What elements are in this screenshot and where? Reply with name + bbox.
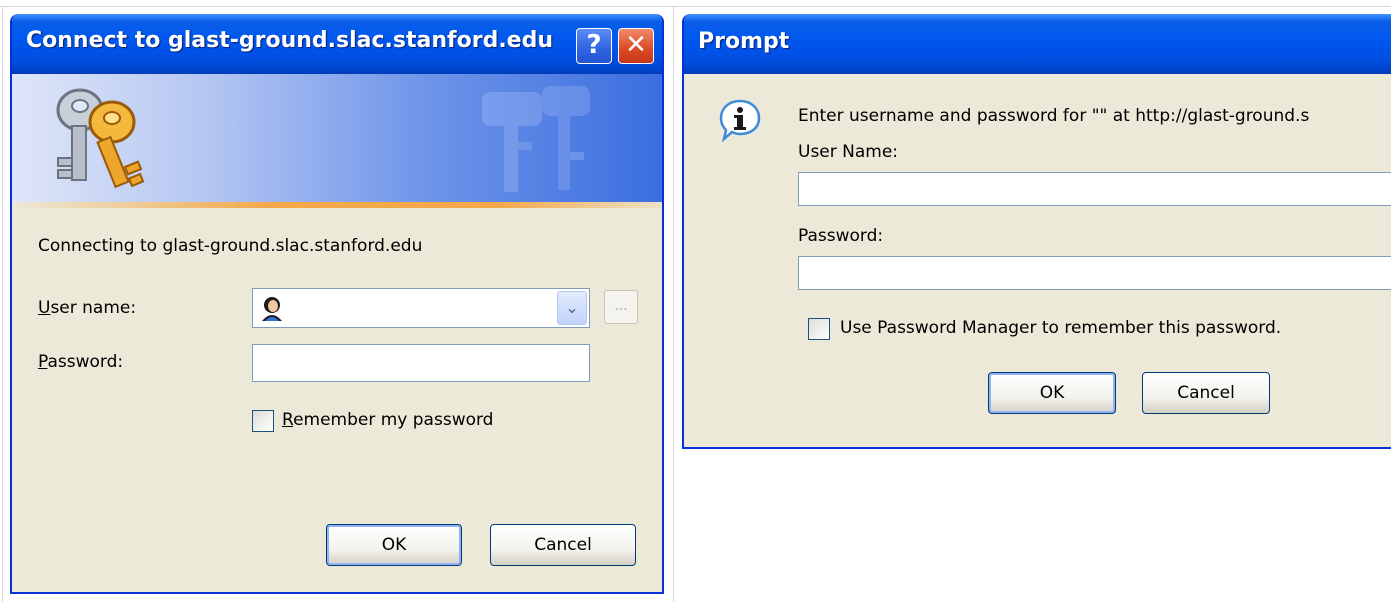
prompt-username-label: User Name: <box>798 142 899 162</box>
cell-divider-left <box>2 6 3 602</box>
username-combobox[interactable]: ⌄ <box>252 288 590 328</box>
cell-divider-top <box>0 6 1391 7</box>
info-icon <box>719 99 761 142</box>
close-button[interactable]: ✕ <box>618 28 654 64</box>
password-manager-label[interactable]: Use Password Manager to remember this pa… <box>840 318 1281 338</box>
remember-password-checkbox[interactable] <box>252 410 274 432</box>
prompt-username-input[interactable] <box>798 172 1391 206</box>
cell-divider-vertical <box>673 6 674 602</box>
user-icon <box>262 297 282 321</box>
banner-stripe <box>12 202 662 208</box>
prompt-dialog-title: Prompt <box>698 29 790 54</box>
prompt-password-input[interactable] <box>798 256 1391 290</box>
credential-dialog: Connect to glast-ground.slac.stanford.ed… <box>10 14 664 594</box>
keys-watermark-icon <box>482 86 590 192</box>
prompt-dialog: Prompt Enter username and password for "… <box>682 14 1391 449</box>
credential-banner <box>12 74 662 202</box>
keys-icon <box>56 88 145 189</box>
prompt-ok-button[interactable]: OK <box>988 372 1116 414</box>
screenshot-canvas: Connect to glast-ground.slac.stanford.ed… <box>0 0 1391 602</box>
password-label: Password: <box>38 352 124 372</box>
password-manager-checkbox[interactable] <box>808 318 830 340</box>
browse-credentials-button[interactable]: ... <box>604 290 638 324</box>
connecting-message: Connecting to glast-ground.slac.stanford… <box>38 236 423 256</box>
remember-password-label[interactable]: Remember my password <box>282 410 493 430</box>
prompt-password-label: Password: <box>798 226 884 246</box>
credential-dialog-title: Connect to glast-ground.slac.stanford.ed… <box>26 28 554 53</box>
prompt-dialog-titlebar[interactable]: Prompt <box>684 14 1391 74</box>
help-button[interactable]: ? <box>576 28 612 64</box>
chevron-down-icon[interactable]: ⌄ <box>557 291 587 325</box>
username-label: User name: <box>38 298 137 318</box>
password-input[interactable] <box>252 344 590 382</box>
username-input[interactable] <box>291 291 551 325</box>
cancel-button[interactable]: Cancel <box>490 524 636 566</box>
prompt-message: Enter username and password for "" at ht… <box>798 106 1310 126</box>
credential-dialog-titlebar[interactable]: Connect to glast-ground.slac.stanford.ed… <box>12 14 662 74</box>
ok-button[interactable]: OK <box>326 524 462 566</box>
prompt-cancel-button[interactable]: Cancel <box>1142 372 1270 414</box>
